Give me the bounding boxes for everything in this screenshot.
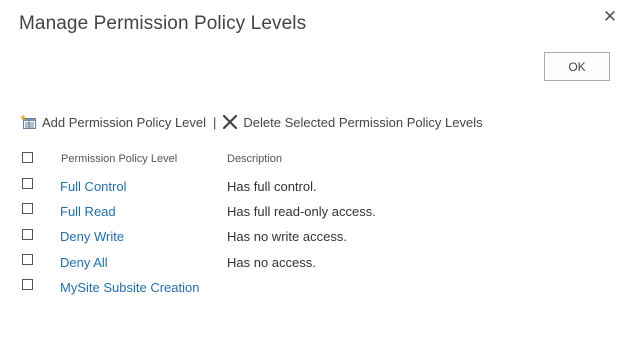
- ok-button[interactable]: OK: [544, 52, 610, 81]
- column-header-description: Description: [227, 153, 283, 165]
- policy-level-link[interactable]: Deny Write: [60, 229, 124, 244]
- row-checkbox[interactable]: [22, 203, 33, 214]
- policy-level-link[interactable]: Full Control: [60, 179, 126, 194]
- policy-level-description: Has no access.: [227, 255, 316, 270]
- select-all-checkbox[interactable]: [22, 152, 33, 163]
- policy-level-description: Has no write access.: [227, 229, 347, 244]
- add-list-icon: [20, 114, 36, 129]
- close-icon[interactable]: ✕: [602, 8, 618, 25]
- policy-level-link[interactable]: MySite Subsite Creation: [60, 280, 199, 295]
- row-checkbox[interactable]: [22, 229, 33, 240]
- policy-level-link[interactable]: Full Read: [60, 204, 116, 219]
- column-header-name: Permission Policy Level: [61, 153, 178, 165]
- add-permission-policy-level-button[interactable]: Add Permission Policy Level: [20, 114, 206, 130]
- policy-level-description: Has full control.: [227, 179, 317, 194]
- toolbar-separator: |: [213, 114, 217, 130]
- delete-x-icon: [223, 115, 238, 129]
- toolbar: Add Permission Policy Level | Delete Sel…: [20, 113, 483, 131]
- policy-level-description: Has full read-only access.: [227, 204, 376, 219]
- row-checkbox[interactable]: [22, 178, 33, 189]
- policy-level-link[interactable]: Deny All: [60, 255, 108, 270]
- row-checkbox[interactable]: [22, 254, 33, 265]
- dialog-title: Manage Permission Policy Levels: [19, 13, 307, 34]
- delete-selected-button[interactable]: Delete Selected Permission Policy Levels: [223, 114, 483, 130]
- add-permission-policy-level-label: Add Permission Policy Level: [42, 114, 207, 130]
- delete-selected-label: Delete Selected Permission Policy Levels: [243, 114, 483, 130]
- row-checkbox[interactable]: [22, 279, 33, 290]
